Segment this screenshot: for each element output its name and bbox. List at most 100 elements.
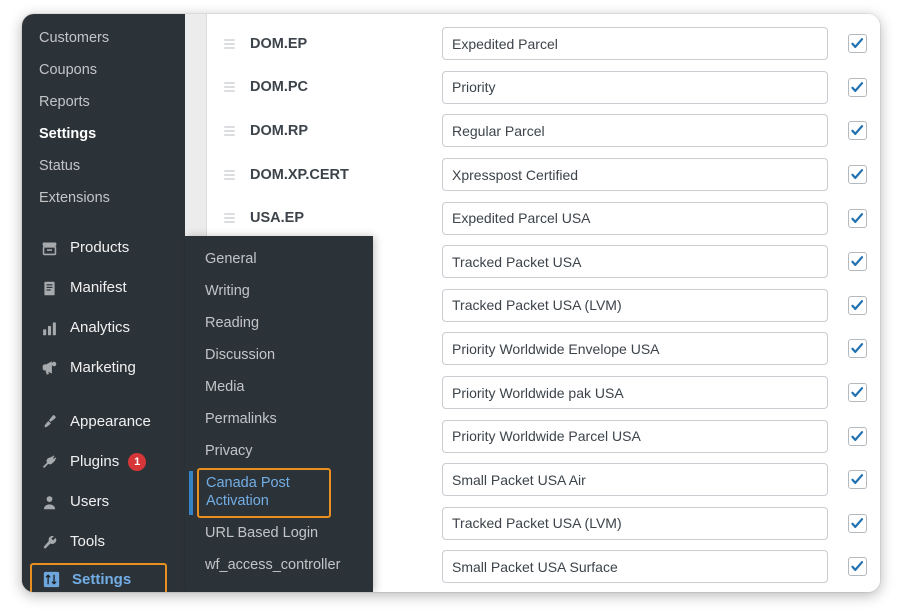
sidebar-item-plugins[interactable]: Plugins 1 [22, 442, 185, 482]
submenu-item-label: Writing [205, 283, 250, 300]
service-name-input[interactable]: Priority Worldwide Envelope USA [442, 332, 828, 366]
drag-handle-icon[interactable] [224, 169, 250, 180]
analytics-icon [38, 317, 60, 339]
service-name-input[interactable]: Xpresspost Certified [442, 158, 828, 192]
sidebar-item-products[interactable]: Products [22, 228, 185, 268]
service-name-input[interactable]: Expedited Parcel [442, 27, 828, 61]
drag-handle-icon[interactable] [224, 82, 250, 93]
submenu-item-coupons[interactable]: Coupons [22, 54, 185, 86]
service-enabled-checkbox[interactable] [848, 208, 867, 228]
service-name-value: Regular Parcel [452, 122, 545, 139]
service-enabled-checkbox[interactable] [848, 77, 867, 97]
service-enabled-checkbox[interactable] [848, 339, 867, 359]
submenu-item-label: Discussion [205, 347, 276, 364]
sidebar-item-label: Marketing [70, 359, 136, 376]
service-enabled-checkbox[interactable] [848, 383, 867, 403]
submenu-item-status[interactable]: Status [22, 150, 185, 182]
sidebar-item-marketing[interactable]: Marketing [22, 348, 185, 388]
service-enabled-checkbox[interactable] [848, 470, 867, 490]
service-code-label: DOM.XP.CERT [250, 166, 349, 183]
sidebar-item-tools[interactable]: Tools [22, 522, 185, 562]
sidebar-item-manifest[interactable]: Manifest [22, 268, 185, 308]
service-enabled-checkbox[interactable] [848, 295, 867, 315]
service-name-input[interactable]: Tracked Packet USA [442, 245, 828, 279]
admin-window: DOM.EP Expedited Parcel DOM.PC Priority DOM.… [22, 14, 880, 592]
sidebar-item-label: Analytics [70, 319, 131, 336]
submenu-item-label: URL Based Login [205, 525, 319, 542]
service-name-input[interactable]: Priority [442, 70, 828, 104]
service-name-input[interactable]: Expedited Parcel USA [442, 201, 828, 235]
sidebar-lower-group: Appearance Plugins 1 Users Tools [22, 402, 185, 562]
appearance-brush-icon [38, 411, 60, 433]
submenu-item-extensions[interactable]: Extensions [22, 182, 185, 214]
service-enabled-checkbox[interactable] [848, 252, 867, 272]
sidebar-item-label: Appearance [70, 413, 151, 430]
submenu-item-label: wf_access_controller [205, 557, 341, 574]
submenu-item-privacy[interactable]: Privacy [185, 436, 373, 468]
service-name-value: Priority [452, 79, 496, 96]
service-name-input[interactable]: Priority Worldwide Parcel USA [442, 419, 828, 453]
submenu-item-reading[interactable]: Reading [185, 308, 373, 340]
submenu-items-after: URL Based Login wf_access_controller [185, 518, 373, 582]
submenu-item-canada-post-activation[interactable]: Canada Post Activation [185, 468, 373, 518]
products-icon [38, 237, 60, 259]
sidebar-item-users[interactable]: Users [22, 482, 185, 522]
woocommerce-submenu: Customers Coupons Reports Settings Status Ext… [22, 22, 185, 214]
service-name-input[interactable]: Small Packet USA Air [442, 463, 828, 497]
sidebar-item-label: Tools [70, 533, 106, 550]
sidebar-item-label: Plugins [70, 453, 120, 470]
service-name-input[interactable]: Tracked Packet USA (LVM) [442, 506, 828, 540]
submenu-item-media[interactable]: Media [185, 372, 373, 404]
service-code-label: DOM.RP [250, 122, 308, 139]
drag-handle-icon[interactable] [224, 125, 250, 136]
service-name-input[interactable]: Regular Parcel [442, 114, 828, 148]
service-name-value: Expedited Parcel [452, 35, 558, 52]
service-enabled-checkbox[interactable] [848, 34, 867, 54]
submenu-items-before: General Writing Reading Discussion Media Perm… [185, 244, 373, 468]
drag-handle-icon[interactable] [224, 213, 250, 224]
sidebar-item-label: Manifest [70, 279, 127, 296]
service-enabled-checkbox[interactable] [848, 513, 867, 533]
submenu-item-writing[interactable]: Writing [185, 276, 373, 308]
sidebar-item-settings[interactable]: Settings [30, 563, 167, 592]
settings-submenu-flyout: General Writing Reading Discussion Media Perm… [185, 236, 373, 592]
manifest-icon [38, 277, 60, 299]
service-name-input[interactable]: Small Packet USA Surface [442, 550, 828, 584]
active-indicator-bar [189, 471, 193, 515]
service-name-input[interactable]: Tracked Packet USA (LVM) [442, 288, 828, 322]
submenu-item-customers[interactable]: Customers [22, 22, 185, 54]
service-name-value: Priority Worldwide pak USA [452, 384, 624, 401]
sidebar-item-appearance[interactable]: Appearance [22, 402, 185, 442]
service-row: DOM.PC Priority [208, 66, 880, 110]
admin-sidebar: Customers Coupons Reports Settings Status Ext… [22, 14, 185, 592]
service-enabled-checkbox[interactable] [848, 426, 867, 446]
sidebar-item-label: Users [70, 493, 110, 510]
service-name-input[interactable]: Priority Worldwide pak USA [442, 376, 828, 410]
settings-sliders-icon [40, 571, 62, 588]
sidebar-item-analytics[interactable]: Analytics [22, 308, 185, 348]
sidebar-item-label: Products [70, 239, 130, 256]
sidebar-main-group: Products Manifest Analytics Marketing [22, 228, 185, 388]
service-name-value: Priority Worldwide Envelope USA [452, 340, 660, 357]
submenu-item-reports[interactable]: Reports [22, 86, 185, 118]
submenu-item-label: Permalinks [205, 411, 277, 428]
service-enabled-checkbox[interactable] [848, 165, 867, 185]
service-name-value: Xpresspost Certified [452, 166, 579, 183]
submenu-item-settings[interactable]: Settings [22, 118, 185, 150]
submenu-item-url-based-login[interactable]: URL Based Login [185, 518, 373, 550]
submenu-item-discussion[interactable]: Discussion [185, 340, 373, 372]
submenu-item-permalinks[interactable]: Permalinks [185, 404, 373, 436]
submenu-item-label: Privacy [205, 443, 253, 460]
service-enabled-checkbox[interactable] [848, 121, 867, 141]
service-code-label: USA.EP [250, 210, 304, 227]
submenu-item-general[interactable]: General [185, 244, 373, 276]
submenu-item-label: General [205, 251, 257, 268]
submenu-item-wf-access-controller[interactable]: wf_access_controller [185, 550, 373, 582]
drag-handle-icon[interactable] [224, 38, 250, 49]
tools-wrench-icon [38, 531, 60, 553]
service-enabled-checkbox[interactable] [848, 557, 867, 577]
service-row: DOM.EP Expedited Parcel [208, 22, 880, 66]
submenu-active-label-line2: Activation [206, 493, 269, 509]
active-highlight-box[interactable]: Canada Post Activation [197, 468, 331, 518]
service-name-value: Small Packet USA Air [452, 471, 586, 488]
